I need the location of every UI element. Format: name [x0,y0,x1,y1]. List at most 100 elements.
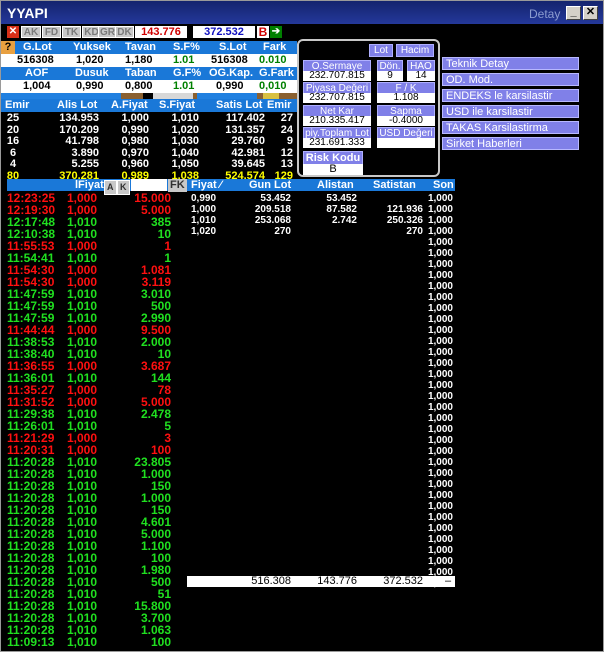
val-fark: 0.010 [259,54,287,66]
menu-usd[interactable]: USD ile karsilastir [442,105,579,118]
depth-cell: 13 [280,158,293,170]
price-row[interactable]: 1,000 [187,512,455,523]
price-row[interactable]: 1,000 [187,501,455,512]
price-row[interactable]: 1,010 253.068 2.742 250.326 1,000 [187,215,455,226]
hdr-taban: Taban [125,67,157,79]
hdr-satistan[interactable]: Satistan [373,179,416,192]
price-row[interactable]: 1,000 [187,413,455,424]
price-row[interactable]: 1,000 [187,358,455,369]
depth-cell: 1,000 [121,112,149,124]
price-row[interactable]: 1,000 [187,446,455,457]
total-gun-lot: 516.308 [251,575,291,587]
don-value: 9 [377,71,403,81]
tab-dk[interactable]: DK [115,26,134,38]
price-cell: 1,000 [427,380,453,391]
last-volume: 143.776 [135,26,187,38]
tab-fd[interactable]: FD [42,26,61,38]
depth-cell: 1,050 [171,158,199,170]
hdr-gun-lot[interactable]: Gun Lot [249,179,291,192]
depth-cell: 41.798 [65,135,99,147]
depth-cell: 16 [6,135,20,147]
trade-row[interactable]: 11:09:13 1,010 100 [7,636,183,649]
filter-input[interactable] [131,179,167,191]
depth-cell: 27 [280,112,293,124]
price-row[interactable]: 1,000 [187,490,455,501]
price-row[interactable]: 1,000 [187,402,455,413]
val-gf: 1.01 [173,80,195,92]
minimize-button[interactable]: _ [566,6,581,20]
risk-value: B [303,164,363,175]
price-row[interactable]: 1,000 [187,292,455,303]
close-button[interactable]: ✕ [583,6,598,20]
menu-sirket-haberleri[interactable]: Sirket Haberleri [442,137,579,150]
price-cell: 1,000 [427,490,453,501]
price-row[interactable]: 1,000 [187,270,455,281]
price-cell: 1,000 [427,424,453,435]
price-cell: 1,000 [427,391,453,402]
toplam-value: 231.691.333 [303,138,371,148]
price-row[interactable]: 1,000 [187,281,455,292]
hdr-son[interactable]: Son [433,179,454,192]
price-row[interactable]: 1,000 [187,259,455,270]
trades-header: lFiyat A K FK [7,179,187,195]
menu-endeks[interactable]: ENDEKS le karsilastir [442,89,579,102]
tab-tk[interactable]: TK [62,26,81,38]
price-cell: 1,000 [427,303,453,314]
arrow-right-icon[interactable]: ➔ [270,26,282,38]
price-row[interactable]: 1,000 [187,556,455,567]
price-row[interactable]: 0,990 53.452 53.452 1,000 [187,193,455,204]
depth-cell: 39.645 [231,158,265,170]
price-row[interactable]: 1,000 [187,369,455,380]
price-row[interactable]: 1,000 [187,435,455,446]
hacim-button[interactable]: Hacim [396,44,434,57]
depth-row[interactable]: 16 41.798 0,980 1,030 29.760 9 [1,135,297,148]
depth-cell: 134.953 [59,112,99,124]
price-row[interactable]: 1,000 [187,325,455,336]
price-row[interactable]: 1,000 [187,523,455,534]
price-row[interactable]: 1,000 [187,479,455,490]
price-cell: 1,000 [427,523,453,534]
summary-header-2: AOF Dusuk Taban G.F% OG.Kap. G.Fark [1,67,297,80]
price-row[interactable]: 1,000 [187,424,455,435]
price-row[interactable]: 1,000 [187,336,455,347]
price-cell: 1,000 [427,314,453,325]
price-cell: 1,000 [427,402,453,413]
price-row[interactable]: 1,000 [187,248,455,259]
price-row[interactable]: 1,000 209.518 87.582 121.936 1,000 [187,204,455,215]
price-cell: 53.452 [260,193,291,204]
price-cell: 1,000 [427,501,453,512]
menu-takas[interactable]: TAKAS Karsilastirma [442,121,579,134]
price-cell: 1,000 [427,270,453,281]
depth-row[interactable]: 25 134.953 1,000 1,010 117.402 27 [1,112,297,125]
hao-value: 14 [407,71,435,81]
price-row[interactable]: 1,000 [187,237,455,248]
hdr-gf: G.F% [173,67,202,79]
price-row[interactable]: 1,000 [187,391,455,402]
help-icon[interactable]: ? [1,41,15,54]
price-cell: 1,020 [191,226,217,237]
lot-button[interactable]: Lot [369,44,393,57]
price-row[interactable]: 1,000 [187,314,455,325]
tab-ak[interactable]: AK [21,26,41,38]
depth-cell: 117.402 [225,112,265,124]
depth-cell: 29.760 [231,135,265,147]
price-cell: 1,000 [427,347,453,358]
price-row[interactable]: 1,020 270 270 1,000 [187,226,455,237]
hdr-alistan[interactable]: Alistan [317,179,354,192]
menu-od-mod[interactable]: OD. Mod. [442,73,579,86]
price-row[interactable]: 1,000 [187,380,455,391]
price-row[interactable]: 1,000 [187,347,455,358]
b-indicator[interactable]: B [257,26,269,38]
price-row[interactable]: 1,000 [187,545,455,556]
depth-row[interactable]: 4 5.255 0,960 1,050 39.645 13 [1,158,297,171]
hdr-fiyat[interactable]: Fiyat ⁄ [191,179,222,192]
close-x-icon[interactable]: ✕ [7,26,19,38]
price-row[interactable]: 1,000 [187,457,455,468]
title-bar[interactable]: YYAPI Detay _ ✕ [1,1,603,24]
price-row[interactable]: 1,000 [187,468,455,479]
price-cell: 1,000 [427,358,453,369]
price-row[interactable]: 1,000 [187,303,455,314]
depth-cell: 25 [6,112,20,124]
price-row[interactable]: 1,000 [187,534,455,545]
menu-teknik-detay[interactable]: Teknik Detay [442,57,579,70]
